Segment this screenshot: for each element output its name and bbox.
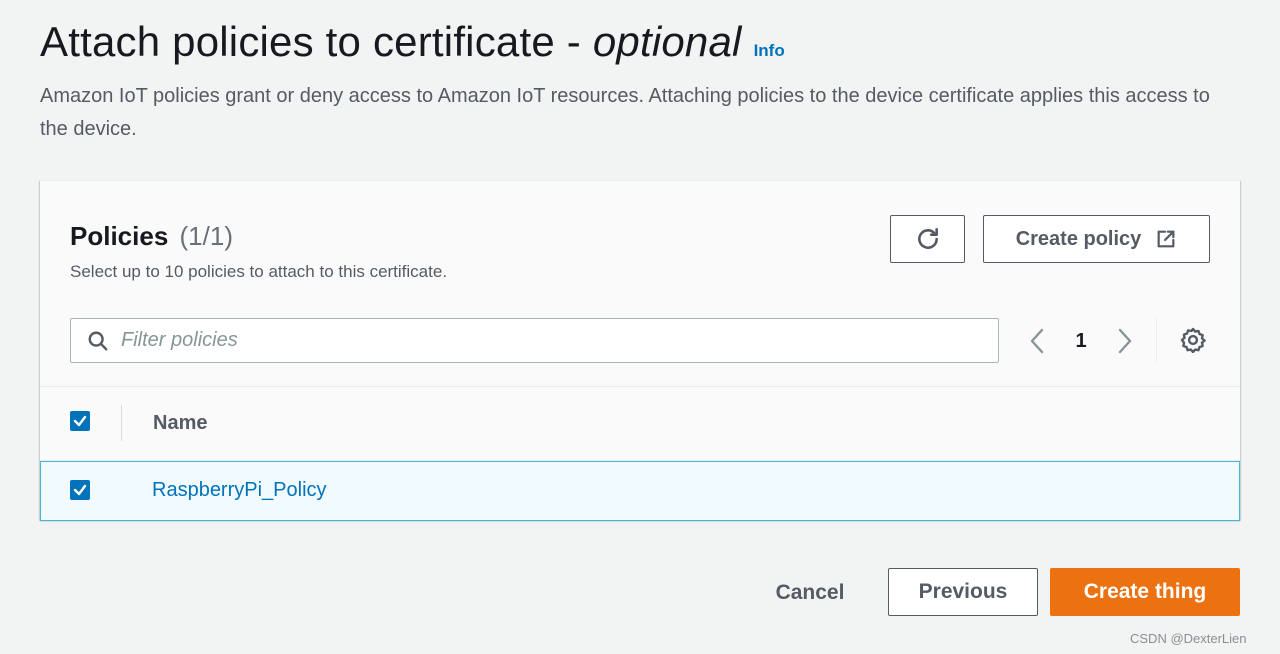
filter-policies-field[interactable] [70,318,999,363]
policies-container-header: Policies (1/1) Select up to 10 policies … [40,181,1240,387]
page-title-optional: optional [592,18,742,65]
info-link[interactable]: Info [754,41,785,61]
page: Attach policies to certificate - optiona… [0,0,1280,654]
table-row[interactable]: RaspberryPi_Policy [40,461,1240,521]
external-link-icon [1155,228,1177,250]
page-description: Amazon IoT policies grant or deny access… [40,85,1210,140]
column-header-name[interactable]: Name [153,412,207,435]
pagination: 1 [1025,321,1137,361]
select-all-checkbox[interactable] [70,411,90,431]
chevron-right-icon[interactable] [1113,328,1137,354]
policies-heading: Policies (1/1) [70,221,233,252]
page-number[interactable]: 1 [1049,330,1113,353]
pagination-divider [1156,318,1157,363]
gear-icon[interactable] [1180,327,1206,353]
policy-name-link[interactable]: RaspberryPi_Policy [152,479,327,502]
page-title-main: Attach policies to certificate - [40,18,593,65]
previous-button[interactable]: Previous [888,568,1038,616]
create-policy-label: Create policy [1015,227,1142,250]
policies-container: Policies (1/1) Select up to 10 policies … [40,180,1240,521]
policies-count: (1/1) [179,221,233,251]
create-thing-button[interactable]: Create thing [1050,568,1240,616]
checkmark-icon [73,415,87,427]
column-divider [121,405,122,441]
page-header: Attach policies to certificate - optiona… [40,18,1220,146]
refresh-button[interactable] [890,215,965,263]
create-policy-button[interactable]: Create policy [983,215,1210,263]
chevron-left-icon[interactable] [1025,328,1049,354]
refresh-icon [915,226,941,252]
title-row: Attach policies to certificate - optiona… [40,18,1220,66]
filter-policies-input[interactable] [121,329,961,352]
row-checkbox[interactable] [70,480,90,500]
cancel-button[interactable]: Cancel [760,570,860,616]
search-icon [87,330,109,352]
policies-subtitle: Select up to 10 policies to attach to th… [70,262,448,281]
table-header: Name [40,387,1240,461]
watermark: CSDN @DexterLien [1130,631,1247,646]
policies-heading-label: Policies [70,221,169,251]
page-title: Attach policies to certificate - optiona… [40,18,742,66]
checkmark-icon [73,484,87,496]
